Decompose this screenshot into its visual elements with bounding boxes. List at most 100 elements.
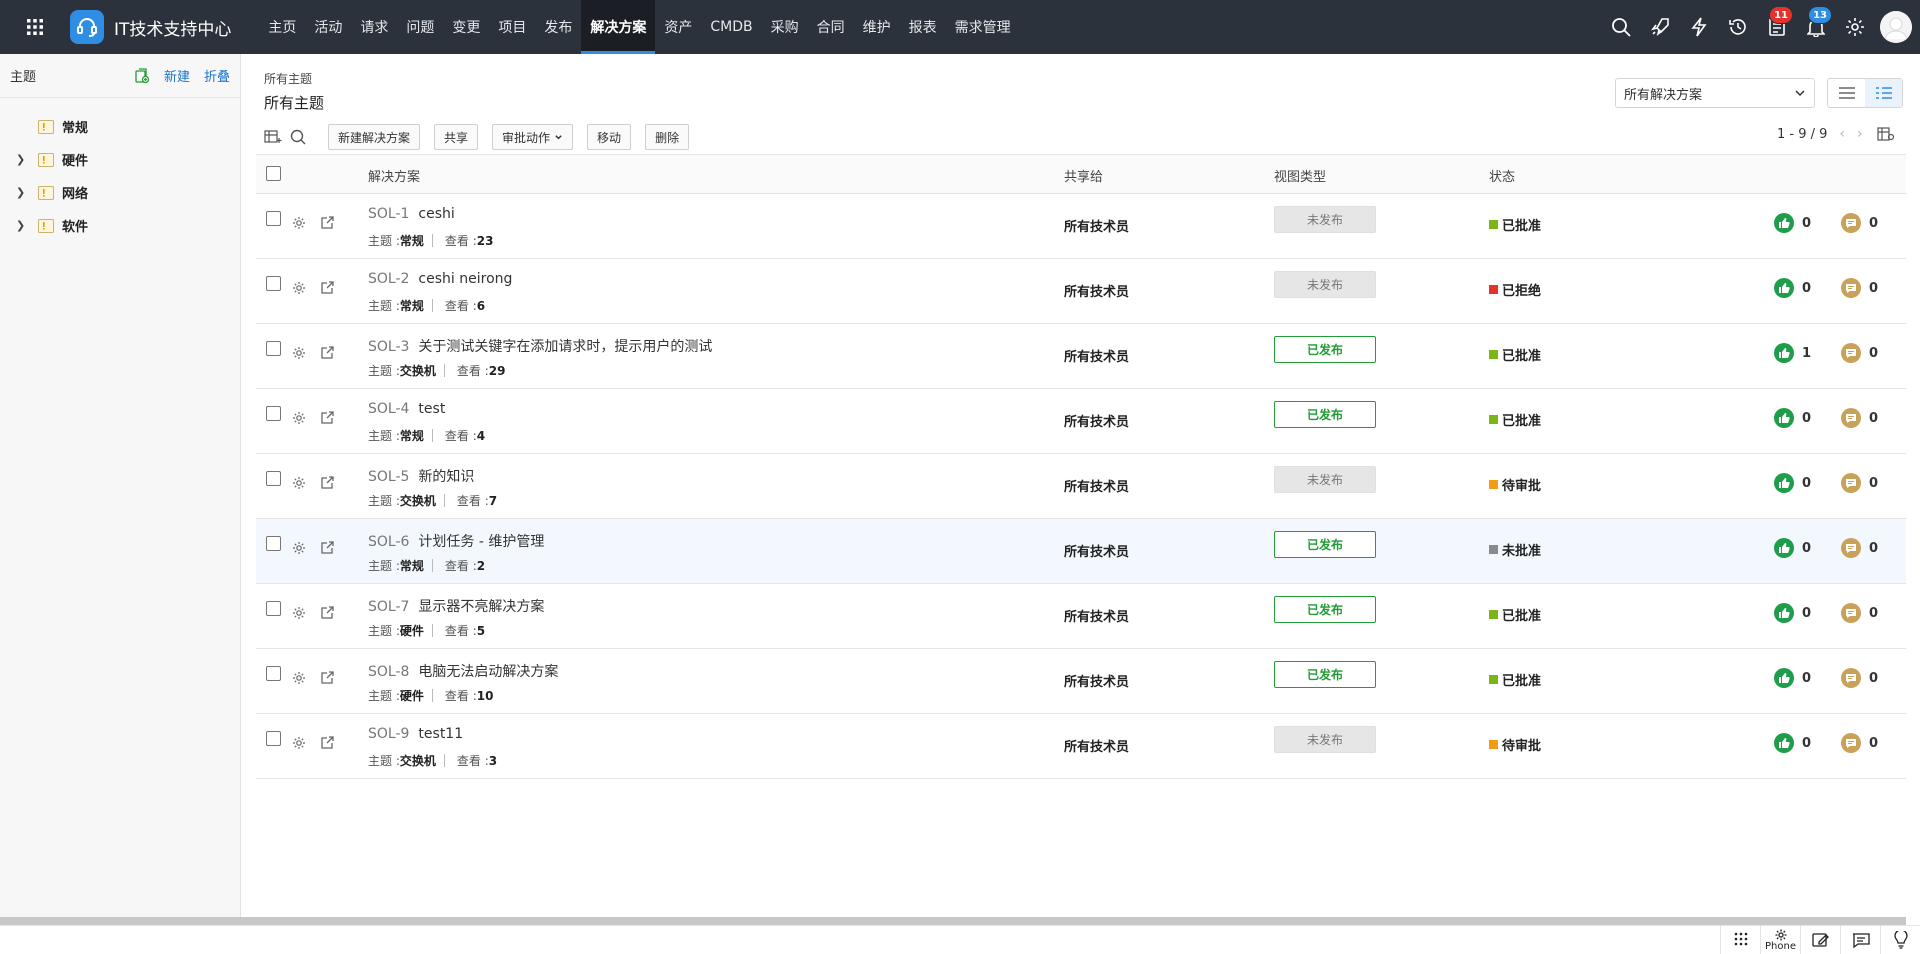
row-checkbox[interactable] [266,211,281,226]
open-external-icon[interactable] [320,410,335,425]
gear-icon[interactable] [292,346,306,360]
comments-count[interactable]: 0 [1841,213,1878,233]
nav-item[interactable]: 采购 [762,0,808,54]
gear-icon[interactable] [292,671,306,685]
nav-item[interactable]: 合同 [808,0,854,54]
column-settings-icon[interactable] [1877,126,1895,142]
open-external-icon[interactable] [320,345,335,360]
history-icon[interactable] [1718,0,1757,54]
row-checkbox[interactable] [266,406,281,421]
select-all-checkbox[interactable] [266,166,281,181]
likes-count[interactable]: 0 [1774,733,1811,753]
chevron-right-icon[interactable]: ❯ [16,153,28,166]
approval-action-button[interactable]: 审批动作 [492,124,574,150]
nav-item[interactable]: CMDB [701,0,761,54]
lightbulb-icon[interactable] [1880,926,1920,954]
gear-icon[interactable] [292,736,306,750]
nav-item[interactable]: 主页 [259,0,305,54]
open-external-icon[interactable] [320,475,335,490]
horizontal-scrollbar[interactable] [0,917,1906,925]
sidebar-item-topic[interactable]: ❯ 软件 [0,209,240,242]
solution-title-link[interactable]: 显示器不亮解决方案 [418,599,544,615]
search-icon[interactable] [290,129,306,145]
move-button[interactable]: 移动 [587,124,632,150]
gear-icon[interactable] [292,216,306,230]
phone-settings-button[interactable]: Phone [1760,926,1800,954]
nav-item[interactable]: 活动 [305,0,351,54]
column-header-status[interactable]: 状态 [1489,166,1515,185]
table-row[interactable]: SOL-6 计划任务 - 维护管理 主题 : 常规 查看 : 2 所有技术员 已发布 未批准… [256,519,1906,584]
gear-icon[interactable] [1835,0,1874,54]
likes-count[interactable]: 0 [1774,213,1811,233]
comments-count[interactable]: 0 [1841,603,1878,623]
table-row[interactable]: SOL-8 电脑无法启动解决方案 主题 : 硬件 查看 : 10 所有技术员 已发布 已批准… [256,649,1906,714]
column-header-shared-to[interactable]: 共享给 [1064,166,1103,185]
comments-count[interactable]: 0 [1841,538,1878,558]
apps-grid-icon[interactable] [0,0,70,54]
nav-item[interactable]: 请求 [351,0,397,54]
sidebar-item-topic[interactable]: 常规 [0,110,240,143]
open-external-icon[interactable] [320,280,335,295]
open-external-icon[interactable] [320,540,335,555]
chevron-right-icon[interactable]: ❯ [16,219,28,232]
note-edit-icon[interactable] [1800,926,1840,954]
rocket-icon[interactable] [1640,0,1679,54]
detail-view-icon[interactable] [1865,79,1902,107]
gear-icon[interactable] [292,606,306,620]
likes-count[interactable]: 0 [1774,278,1811,298]
nav-item[interactable]: 报表 [900,0,946,54]
likes-count[interactable]: 0 [1774,668,1811,688]
sidebar-collapse-link[interactable]: 折叠 [204,66,230,85]
column-header-view-type[interactable]: 视图类型 [1274,166,1326,185]
open-external-icon[interactable] [320,735,335,750]
sidebar-item-topic[interactable]: ❯ 网络 [0,176,240,209]
comments-count[interactable]: 0 [1841,343,1878,363]
solution-title-link[interactable]: test11 [418,726,463,742]
comments-count[interactable]: 0 [1841,668,1878,688]
row-checkbox[interactable] [266,471,281,486]
nav-item[interactable]: 维护 [854,0,900,54]
table-row[interactable]: SOL-9 test11 主题 : 交换机 查看 : 3 所有技术员 未发布 待审批 0 0 [256,714,1906,779]
comments-count[interactable]: 0 [1841,408,1878,428]
nav-item[interactable]: 项目 [489,0,535,54]
likes-count[interactable]: 0 [1774,473,1811,493]
solution-title-link[interactable]: ceshi neirong [418,271,512,287]
solution-title-link[interactable]: ceshi [418,206,454,222]
nav-item[interactable]: 问题 [397,0,443,54]
chevron-right-icon[interactable]: ❯ [16,186,28,199]
row-checkbox[interactable] [266,341,281,356]
chat-icon[interactable] [1840,926,1880,954]
likes-count[interactable]: 0 [1774,603,1811,623]
solution-view-select[interactable]: 所有解决方案 [1615,78,1815,108]
row-checkbox[interactable] [266,536,281,551]
solution-title-link[interactable]: 计划任务 - 维护管理 [418,534,544,550]
open-external-icon[interactable] [320,215,335,230]
list-view-icon[interactable] [1828,79,1865,107]
bell-icon[interactable]: 13 [1796,0,1835,54]
row-checkbox[interactable] [266,276,281,291]
chevron-right-icon[interactable]: › [1857,126,1863,142]
solution-title-link[interactable]: 电脑无法启动解决方案 [418,664,558,680]
likes-count[interactable]: 1 [1774,343,1811,363]
likes-count[interactable]: 0 [1774,408,1811,428]
comments-count[interactable]: 0 [1841,733,1878,753]
table-row[interactable]: SOL-5 新的知识 主题 : 交换机 查看 : 7 所有技术员 未发布 待审批 0 0 [256,454,1906,519]
nav-item[interactable]: 发布 [535,0,581,54]
solution-title-link[interactable]: test [418,401,445,417]
chevron-left-icon[interactable]: ‹ [1839,126,1845,142]
nav-item[interactable]: 解决方案 [581,0,656,54]
sidebar-item-topic[interactable]: ❯ 硬件 [0,143,240,176]
solution-title-link[interactable]: 新的知识 [418,469,474,485]
column-header-solution[interactable]: 解决方案 [368,166,420,185]
new-topic-icon[interactable] [134,67,150,84]
likes-count[interactable]: 0 [1774,538,1811,558]
comments-count[interactable]: 0 [1841,473,1878,493]
nav-item[interactable]: 需求管理 [946,0,1020,54]
sidebar-new-link[interactable]: 新建 [164,66,190,85]
table-settings-icon[interactable] [264,129,282,145]
nav-item[interactable]: 变更 [443,0,489,54]
lightning-icon[interactable] [1679,0,1718,54]
new-solution-button[interactable]: 新建解决方案 [328,124,421,150]
avatar[interactable] [1880,11,1912,43]
gear-icon[interactable] [292,411,306,425]
